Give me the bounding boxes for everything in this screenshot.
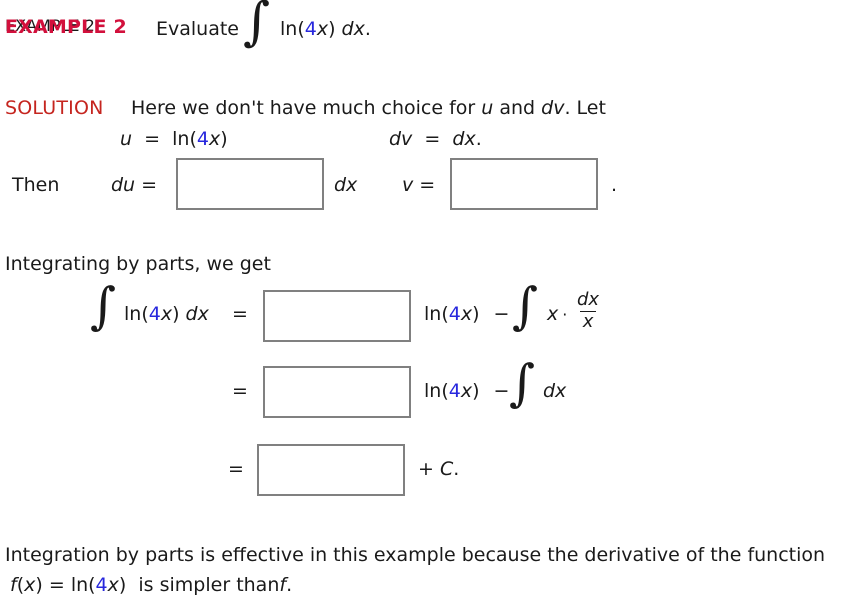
eq3-rhs: + C. (418, 458, 459, 480)
paren-close: ) (172, 303, 180, 325)
coefficient-4: 4 (448, 380, 461, 402)
minus-sign: − (493, 380, 510, 402)
eq2-rhs-ln: ln(4 x) − (424, 380, 509, 402)
integral-icon: ∫ (243, 0, 271, 52)
example-label-text: EXAMPLE 2 (5, 16, 127, 38)
eq3-answer-box[interactable] (257, 444, 405, 496)
paren-close: ) (220, 128, 228, 150)
ln-text: ln( (424, 303, 449, 325)
variable-x: x (316, 18, 329, 40)
differential-dx: dx (185, 303, 209, 325)
eq1-equals: = (232, 303, 248, 325)
eq1-rhs-tail: x · (547, 303, 571, 325)
solution-label: SOLUTION (5, 97, 104, 119)
paren-close: ) (118, 574, 127, 596)
eq2-rhs-integral-wrap: ∫ (509, 354, 536, 412)
then-label: Then (12, 174, 60, 196)
paren-close: ) (472, 380, 480, 402)
variable-x: x (460, 380, 473, 402)
equals-sign: = (424, 128, 441, 150)
eq1-integral-wrap: ∫ (90, 277, 117, 335)
integral-icon: ∫ (90, 277, 117, 335)
eq3-equals: = (228, 458, 244, 480)
dv-symbol: dv (389, 128, 413, 150)
fraction-numerator: dx (577, 289, 600, 310)
eq2-answer-box[interactable] (263, 366, 411, 418)
du-answer-box[interactable] (176, 158, 324, 210)
footer-line-2: f(x) = ln(4 x) is simpler than f. (10, 574, 292, 596)
ln-text: ln( (124, 303, 149, 325)
minus-sign: − (493, 303, 510, 325)
then-row-period: . (611, 174, 618, 196)
coefficient-4: 4 (196, 128, 209, 150)
footer-line-1: Integration by parts is effective in thi… (5, 544, 826, 566)
footer-tail: is simpler than (138, 574, 280, 596)
du-label-group: du = (111, 174, 157, 196)
period: . (364, 18, 371, 40)
ln-text: ln( (70, 574, 96, 596)
eq1-rhs-ln: ln(4 x) − (424, 303, 509, 325)
equals-sign: = (48, 574, 65, 596)
period: . (475, 128, 482, 150)
solution-intro-a: Here we don't have much choice for (131, 97, 482, 119)
constant-c: C (439, 458, 454, 480)
coefficient-4: 4 (148, 303, 161, 325)
equals-sign: = (144, 128, 161, 150)
du-suffix-dx: dx (334, 174, 358, 196)
function-f-2: f (279, 574, 287, 596)
variable-x: x (107, 574, 119, 596)
paren-close: ) (35, 574, 43, 596)
eq2-rhs-dx: dx (543, 380, 567, 402)
eq1-answer-box[interactable] (263, 290, 411, 342)
ln-text: ln( (424, 380, 449, 402)
solution-intro-and: and (493, 97, 542, 119)
differential-dx: dx (341, 18, 365, 40)
coefficient-4: 4 (304, 18, 317, 40)
coefficient-4: 4 (95, 574, 108, 596)
period: . (453, 458, 460, 480)
variable-x: x (547, 303, 559, 325)
assignment-dv: dv = dx. (389, 128, 482, 150)
multiplication-dot: · (562, 304, 568, 324)
equals-sign: = (419, 174, 436, 196)
header-integrand: ln(4 x) dx. (280, 18, 371, 40)
u-symbol: u (120, 128, 133, 150)
v-symbol: v (402, 174, 414, 196)
fraction-denominator: x (579, 310, 597, 332)
paren-close: ) (328, 18, 336, 40)
eq2-equals: = (232, 380, 248, 402)
variable-x: x (460, 303, 473, 325)
ln-text: ln( (172, 128, 197, 150)
du-symbol: du (111, 174, 136, 196)
integral-icon: ∫ (512, 277, 539, 335)
paren-close: ) (472, 303, 480, 325)
variable-x: x (24, 574, 36, 596)
period: . (286, 574, 293, 596)
assignment-u: u = ln(4 x) (120, 128, 228, 150)
v-answer-box[interactable] (450, 158, 598, 210)
integrating-by-parts-text: Integrating by parts, we get (5, 253, 271, 275)
variable-x: x (208, 128, 221, 150)
solution-intro: Here we don't have much choice for u and… (131, 97, 606, 119)
dx-value: dx (452, 128, 476, 150)
eq1-fraction: dx x (572, 289, 604, 332)
dv-symbol-inline: dv (541, 97, 565, 119)
plus-sign: + (418, 458, 434, 480)
v-label-group: v = (402, 174, 435, 196)
paren-open: ( (16, 574, 25, 596)
coefficient-4: 4 (448, 303, 461, 325)
u-symbol-inline: u (481, 97, 494, 119)
function-f: f (10, 574, 17, 596)
eq1-lhs: ln(4 x) dx (124, 303, 209, 325)
variable-x: x (160, 303, 173, 325)
header-integral-expression: ∫ (243, 0, 271, 52)
ln-text: ln( (280, 18, 305, 40)
equals-sign: = (141, 174, 158, 196)
evaluate-instruction: Evaluate (156, 18, 239, 40)
eq1-rhs-integral-wrap: ∫ (512, 277, 539, 335)
solution-intro-end: . Let (564, 97, 606, 119)
integral-icon: ∫ (509, 354, 536, 412)
